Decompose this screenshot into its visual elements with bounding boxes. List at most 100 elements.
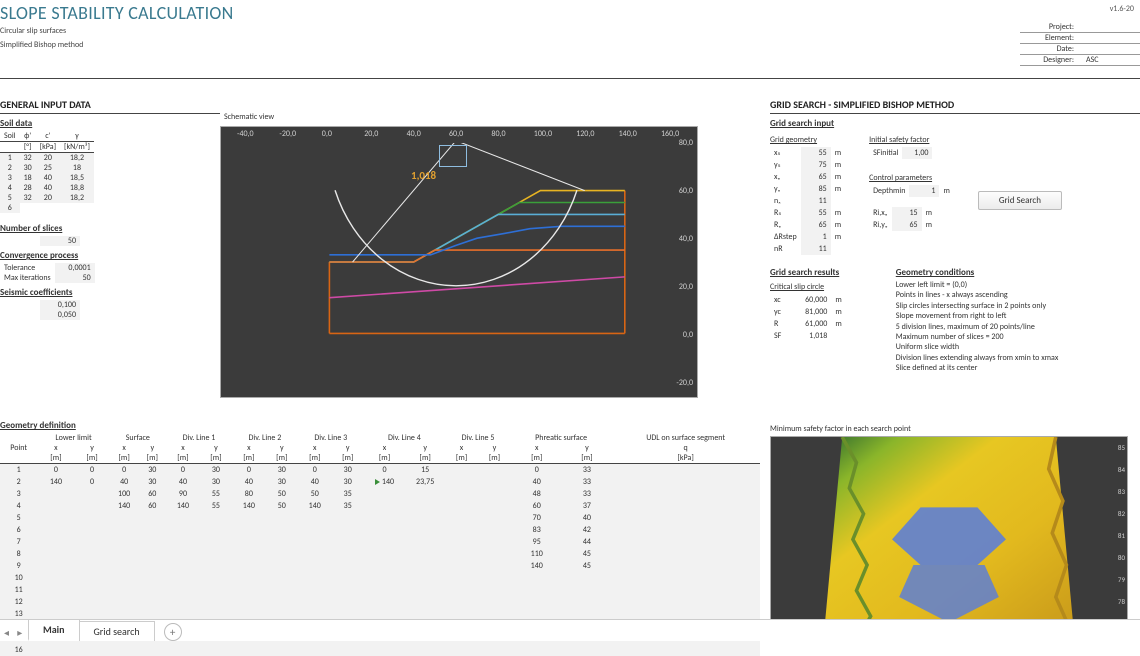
geom-cell[interactable] xyxy=(232,596,266,608)
geom-cell[interactable]: 40 xyxy=(298,476,332,488)
soil-cell[interactable]: 20 xyxy=(36,193,60,203)
geom-cell[interactable] xyxy=(200,644,232,656)
geom-cell[interactable] xyxy=(611,560,760,572)
geom-cell[interactable]: 0 xyxy=(37,464,74,476)
geom-cell[interactable] xyxy=(364,584,406,596)
geom-cell[interactable] xyxy=(37,584,74,596)
geom-cell[interactable] xyxy=(405,500,445,512)
geom-cell[interactable] xyxy=(74,536,109,548)
geom-cell[interactable] xyxy=(511,584,563,596)
geom-cell[interactable] xyxy=(445,644,478,656)
geom-cell[interactable] xyxy=(266,524,298,536)
geom-cell[interactable] xyxy=(611,548,760,560)
geom-cell[interactable] xyxy=(445,464,478,476)
kh-value[interactable]: 0,100 xyxy=(40,300,80,310)
geom-cell[interactable] xyxy=(332,608,364,620)
geom-cell[interactable]: 55 xyxy=(200,500,232,512)
geom-cell[interactable] xyxy=(200,512,232,524)
geom-cell[interactable] xyxy=(166,608,200,620)
add-sheet-button[interactable]: + xyxy=(164,623,182,641)
geom-cell[interactable]: 30 xyxy=(200,464,232,476)
geom-cell[interactable]: 6 xyxy=(0,524,37,536)
geom-cell[interactable]: 30 xyxy=(200,476,232,488)
geom-cell[interactable]: 0 xyxy=(511,464,563,476)
geom-cell[interactable] xyxy=(445,596,478,608)
soil-cell[interactable] xyxy=(60,203,94,213)
geom-cell[interactable] xyxy=(298,548,332,560)
geom-cell[interactable]: 60 xyxy=(511,500,563,512)
depth-value[interactable]: 1 xyxy=(909,185,939,197)
gg-nR-v[interactable]: 11 xyxy=(801,243,831,255)
geom-cell[interactable] xyxy=(332,536,364,548)
geom-cell[interactable] xyxy=(405,572,445,584)
geom-cell[interactable]: 2 xyxy=(0,476,37,488)
geom-cell[interactable] xyxy=(563,572,612,584)
geom-cell[interactable] xyxy=(200,596,232,608)
soil-cell[interactable]: 18,8 xyxy=(60,183,94,193)
soil-cell[interactable]: 18 xyxy=(20,173,36,183)
geom-cell[interactable]: 80 xyxy=(232,488,266,500)
geom-cell[interactable]: 48 xyxy=(511,488,563,500)
geom-cell[interactable] xyxy=(298,644,332,656)
geom-cell[interactable]: 0 xyxy=(110,464,139,476)
geom-cell[interactable] xyxy=(74,608,109,620)
geom-cell[interactable] xyxy=(445,512,478,524)
geom-cell[interactable] xyxy=(266,572,298,584)
geom-cell[interactable] xyxy=(37,596,74,608)
geom-cell[interactable] xyxy=(611,536,760,548)
geom-cell[interactable] xyxy=(200,548,232,560)
geom-cell[interactable]: 42 xyxy=(563,524,612,536)
geom-cell[interactable] xyxy=(110,548,139,560)
geom-cell[interactable] xyxy=(405,512,445,524)
geom-cell[interactable]: 12 xyxy=(0,596,37,608)
geom-cell[interactable]: 40 xyxy=(232,476,266,488)
geom-cell[interactable]: 40 xyxy=(110,476,139,488)
geom-cell[interactable]: 35 xyxy=(332,488,364,500)
slices-value[interactable]: 50 xyxy=(40,236,80,246)
geom-cell[interactable] xyxy=(332,572,364,584)
geom-cell[interactable]: 140 xyxy=(37,476,74,488)
geom-cell[interactable] xyxy=(232,584,266,596)
geom-cell[interactable] xyxy=(266,560,298,572)
geom-cell[interactable] xyxy=(563,644,612,656)
geom-cell[interactable] xyxy=(611,464,760,476)
geom-cell[interactable]: 8 xyxy=(0,548,37,560)
geom-cell[interactable] xyxy=(74,596,109,608)
geom-cell[interactable] xyxy=(405,548,445,560)
geom-cell[interactable] xyxy=(139,548,166,560)
geom-cell[interactable] xyxy=(298,560,332,572)
soil-cell[interactable]: 40 xyxy=(36,183,60,193)
geom-cell[interactable] xyxy=(405,488,445,500)
geom-cell[interactable] xyxy=(166,584,200,596)
gg-ye-v[interactable]: 85 xyxy=(801,183,831,195)
tol-value[interactable]: 0,0001 xyxy=(55,263,95,273)
geom-cell[interactable]: 10 xyxy=(0,572,37,584)
iter-value[interactable]: 50 xyxy=(55,273,95,283)
geom-cell[interactable]: 140 xyxy=(166,500,200,512)
geom-cell[interactable] xyxy=(74,500,109,512)
geom-cell[interactable] xyxy=(511,644,563,656)
geom-cell[interactable] xyxy=(511,608,563,620)
geom-cell[interactable] xyxy=(139,572,166,584)
soil-cell[interactable]: 20 xyxy=(36,153,60,164)
geom-cell[interactable] xyxy=(511,572,563,584)
geom-cell[interactable] xyxy=(563,596,612,608)
riy-value[interactable]: 65 xyxy=(892,219,922,231)
geom-cell[interactable] xyxy=(166,596,200,608)
geom-cell[interactable]: 40 xyxy=(511,476,563,488)
geom-cell[interactable] xyxy=(445,584,478,596)
geom-cell[interactable] xyxy=(139,512,166,524)
geom-cell[interactable] xyxy=(405,536,445,548)
soil-cell[interactable]: 32 xyxy=(20,153,36,164)
geom-cell[interactable] xyxy=(611,608,760,620)
geom-cell[interactable]: 50 xyxy=(266,500,298,512)
tab-main[interactable]: Main xyxy=(28,619,80,641)
geom-cell[interactable]: 45 xyxy=(563,548,612,560)
geom-cell[interactable] xyxy=(611,596,760,608)
geom-cell[interactable] xyxy=(298,536,332,548)
geom-cell[interactable] xyxy=(364,536,406,548)
geom-cell[interactable] xyxy=(232,608,266,620)
soil-cell[interactable]: 2 xyxy=(0,163,20,173)
geom-cell[interactable] xyxy=(166,512,200,524)
geom-cell[interactable] xyxy=(232,512,266,524)
